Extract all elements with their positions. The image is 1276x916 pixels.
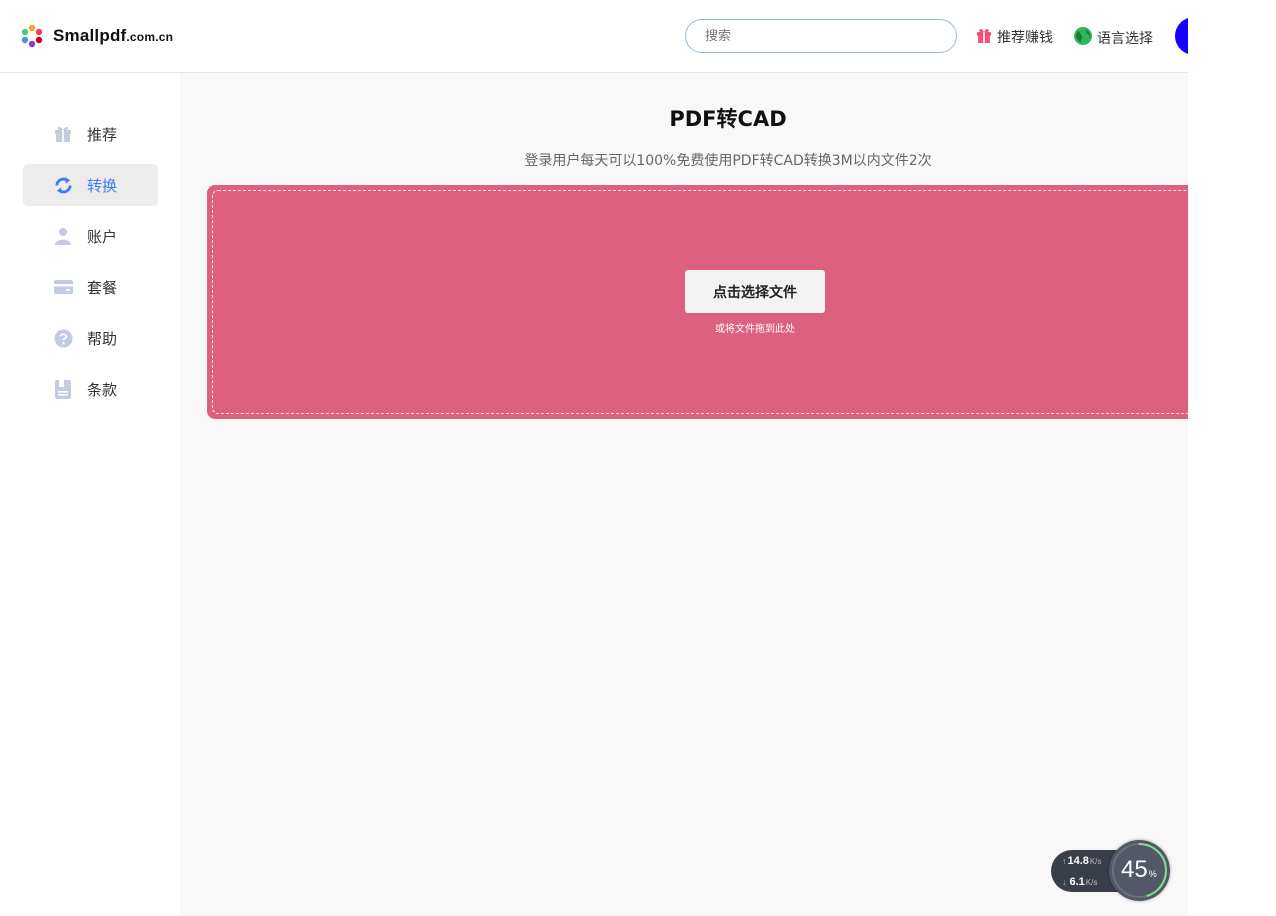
drop-hint-text: 或将文件拖到此处 [715,324,795,335]
gift-icon [975,26,993,48]
sidebar-item-label: 帮助 [87,329,118,348]
help-icon [53,328,73,348]
user-icon [53,226,73,246]
user-avatar-button[interactable] [1175,17,1188,55]
sidebar-item-label: 推荐 [87,125,118,144]
sidebar-item-label: 条款 [87,380,118,399]
sidebar-item-recommend[interactable]: 推荐 [23,113,158,155]
page-margin [1188,0,1276,916]
sidebar-item-help[interactable]: 帮助 [23,317,158,359]
logo-icon [20,24,44,48]
usage-gauge[interactable]: 45% [1109,840,1170,901]
search-box [685,19,957,53]
arrow-down-icon: ↓ [1062,877,1067,887]
sidebar-item-terms[interactable]: 条款 [23,368,158,410]
sidebar-item-convert[interactable]: 转换 [23,164,158,206]
top-header: Smallpdf.com.cn 推荐赚钱 [0,0,1188,73]
arrow-up-icon: ↑ [1062,856,1067,866]
convert-icon [53,175,73,195]
usage-value: 45% [1121,856,1157,883]
language-label: 语言选择 [1097,31,1153,47]
sidebar-item-account[interactable]: 账户 [23,215,158,257]
browser-viewport: Smallpdf.com.cn 推荐赚钱 [0,0,1188,916]
upload-unit: K/s [1089,857,1102,866]
main-content: PDF转CAD 登录用户每天可以100%免费使用PDF转CAD转换3M以内文件2… [180,73,1188,916]
download-unit: K/s [1085,878,1098,887]
search-input[interactable] [686,20,956,52]
refer-earn-link[interactable]: 推荐赚钱 [975,26,1053,48]
upload-value: 14.8 [1067,855,1089,867]
sidebar-item-label: 套餐 [87,278,118,297]
globe-icon [1073,26,1093,50]
logo-text: Smallpdf.com.cn [53,26,174,45]
download-value: 6.1 [1069,876,1085,888]
page-subtitle: 登录用户每天可以100%免费使用PDF转CAD转换3M以内文件2次 [524,153,932,169]
sidebar-item-label: 转换 [87,176,118,195]
sidebar-item-plans[interactable]: 套餐 [23,266,158,308]
card-icon [53,277,73,297]
choose-file-button[interactable]: 点击选择文件 [685,270,825,313]
document-icon [53,379,73,399]
upload-speed: ↑ 14.8 K/s [1062,855,1101,867]
sidebar: 推荐 转换 账户 套餐 帮助 条款 [0,73,180,916]
file-dropzone[interactable]: 点击选择文件 或将文件拖到此处 [207,185,1188,419]
refer-earn-label: 推荐赚钱 [997,30,1053,46]
gift-icon [53,124,73,144]
download-speed: ↓ 6.1 K/s [1062,876,1097,888]
page-title: PDF转CAD [669,107,787,131]
site-logo[interactable]: Smallpdf.com.cn [20,24,173,48]
sidebar-item-label: 账户 [87,227,118,246]
language-select[interactable]: 语言选择 [1073,26,1153,50]
